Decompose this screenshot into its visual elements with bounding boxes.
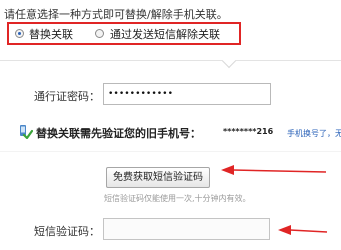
annotation-arrow-button <box>221 165 327 175</box>
annotation-arrows <box>221 165 328 235</box>
annotation-arrow-input <box>278 225 328 235</box>
